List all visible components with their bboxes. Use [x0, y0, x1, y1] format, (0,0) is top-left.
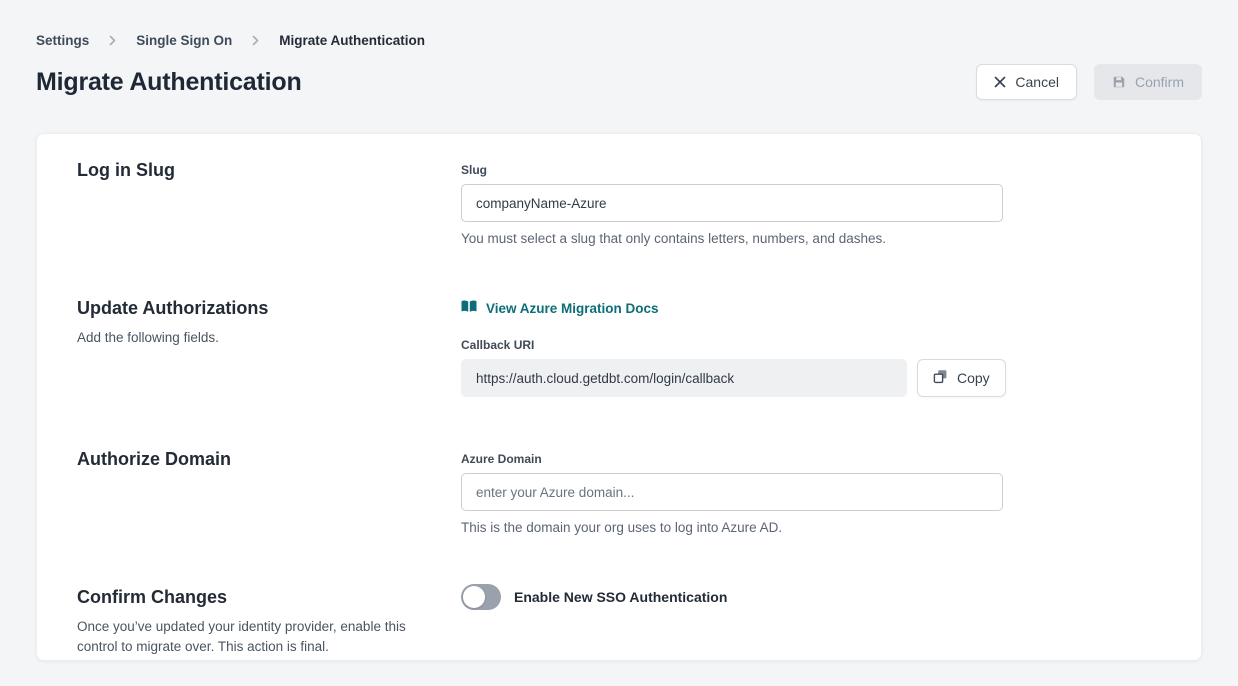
azure-migration-docs-link-label: View Azure Migration Docs [486, 301, 659, 316]
slug-helper-text: You must select a slug that only contain… [461, 231, 1161, 246]
section-confirm-changes-right: Enable New SSO Authentication [461, 587, 1161, 658]
breadcrumb-settings[interactable]: Settings [36, 33, 89, 48]
chevron-right-icon [107, 35, 118, 46]
page-title: Migrate Authentication [36, 68, 302, 97]
azure-domain-input[interactable] [461, 473, 1003, 511]
header-row: Migrate Authentication Cancel Confirm [36, 64, 1202, 100]
azure-migration-docs-link[interactable]: View Azure Migration Docs [461, 300, 659, 316]
cancel-button-label: Cancel [1015, 74, 1059, 90]
settings-card: Log in Slug Slug You must select a slug … [36, 133, 1202, 661]
confirm-changes-description: Once you’ve updated your identity provid… [77, 617, 409, 658]
section-confirm-changes-left: Confirm Changes Once you’ve updated your… [77, 587, 461, 658]
open-book-icon [461, 300, 477, 316]
update-authorizations-description: Add the following fields. [77, 328, 409, 348]
chevron-right-icon [250, 35, 261, 46]
save-floppy-icon [1112, 75, 1126, 89]
callback-uri-label: Callback URI [461, 338, 1161, 352]
section-login-slug-right: Slug You must select a slug that only co… [461, 160, 1161, 246]
enable-sso-toggle[interactable] [461, 584, 501, 610]
breadcrumb-migrate-authentication: Migrate Authentication [279, 33, 425, 48]
update-authorizations-heading: Update Authorizations [77, 298, 461, 319]
confirm-button-label: Confirm [1135, 74, 1184, 90]
azure-domain-label: Azure Domain [461, 452, 1161, 466]
section-login-slug-left: Log in Slug [77, 160, 461, 246]
cancel-button[interactable]: Cancel [976, 64, 1077, 100]
callback-uri-input[interactable] [461, 359, 907, 397]
section-confirm-changes: Confirm Changes Once you’ve updated your… [77, 587, 1161, 658]
breadcrumb-single-sign-on[interactable]: Single Sign On [136, 33, 232, 48]
enable-sso-toggle-label: Enable New SSO Authentication [514, 589, 727, 605]
section-login-slug: Log in Slug Slug You must select a slug … [77, 160, 1161, 246]
copy-button[interactable]: Copy [917, 359, 1006, 397]
close-x-icon [994, 76, 1006, 88]
callback-uri-block: Callback URI Copy [461, 338, 1161, 397]
page: Settings Single Sign On Migrate Authenti… [0, 0, 1238, 661]
login-slug-heading: Log in Slug [77, 160, 461, 181]
section-authorize-domain-left: Authorize Domain [77, 449, 461, 535]
confirm-changes-heading: Confirm Changes [77, 587, 461, 608]
authorize-domain-heading: Authorize Domain [77, 449, 461, 470]
slug-input[interactable] [461, 184, 1003, 222]
header-actions: Cancel Confirm [976, 64, 1202, 100]
azure-domain-helper-text: This is the domain your org uses to log … [461, 520, 1161, 535]
section-update-authorizations-right: View Azure Migration Docs Callback URI [461, 298, 1161, 397]
slug-label: Slug [461, 163, 1161, 177]
copy-button-label: Copy [957, 370, 990, 386]
toggle-knob [463, 586, 485, 608]
copy-pages-icon [933, 369, 948, 387]
confirm-button[interactable]: Confirm [1094, 64, 1202, 100]
section-authorize-domain-right: Azure Domain This is the domain your org… [461, 449, 1161, 535]
section-update-authorizations-left: Update Authorizations Add the following … [77, 298, 461, 397]
section-update-authorizations: Update Authorizations Add the following … [77, 298, 1161, 397]
section-authorize-domain: Authorize Domain Azure Domain This is th… [77, 449, 1161, 535]
breadcrumb: Settings Single Sign On Migrate Authenti… [36, 33, 1202, 48]
